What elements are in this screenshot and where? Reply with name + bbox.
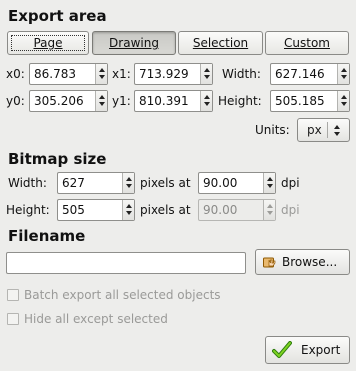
dpi-x-spin-arrows[interactable] <box>263 173 275 193</box>
area-width-value: 627.146 <box>275 67 325 81</box>
filename-input[interactable] <box>6 252 246 274</box>
dpi-y-value: 90.00 <box>203 203 238 217</box>
area-width-spin-arrows[interactable] <box>337 64 349 84</box>
bitmap-width-spin-arrows[interactable] <box>122 173 134 193</box>
chevron-down-icon <box>334 132 340 136</box>
y0-label: y0: <box>6 94 25 108</box>
hide-except-selected-label: Hide all except selected <box>24 312 168 326</box>
folder-hand-icon <box>263 257 276 268</box>
bitmap-width-label: Width: <box>8 176 47 190</box>
area-width-spinbox[interactable]: 627.146 <box>270 63 350 85</box>
bitmap-height-spin-arrows[interactable] <box>122 200 134 220</box>
bitmap-height-spinbox[interactable]: 505 <box>57 199 135 221</box>
browse-label: Browse... <box>282 255 338 269</box>
x0-spin-arrows[interactable] <box>95 64 107 84</box>
export-dialog: Export area Page Drawing Selection Custo… <box>0 0 356 371</box>
x1-spinbox[interactable]: 713.929 <box>134 63 213 85</box>
checkmark-icon <box>272 341 292 358</box>
export-label: Export <box>301 343 341 357</box>
dpi-x-value: 90.00 <box>203 176 238 190</box>
bitmap-width-spinbox[interactable]: 627 <box>57 172 135 194</box>
units-select[interactable]: px <box>297 118 350 142</box>
y0-spinbox[interactable]: 305.206 <box>29 90 108 112</box>
y0-value: 305.206 <box>34 94 84 108</box>
bitmap-height-label: Height: <box>6 203 50 217</box>
area-height-label: Height: <box>218 94 262 108</box>
filename-heading: Filename <box>8 227 86 245</box>
tab-custom[interactable]: Custom <box>265 31 349 55</box>
dpi-y-spin-arrows <box>263 200 275 220</box>
x1-label: x1: <box>112 67 131 81</box>
x0-label: x0: <box>6 67 25 81</box>
batch-export-label: Batch export all selected objects <box>24 288 221 302</box>
x1-value: 713.929 <box>139 67 189 81</box>
chevron-up-icon <box>334 125 340 129</box>
area-height-value: 505.185 <box>275 94 325 108</box>
units-value: px <box>307 123 322 137</box>
batch-export-checkbox[interactable] <box>7 289 19 301</box>
export-area-heading: Export area <box>8 7 107 25</box>
x0-value: 86.783 <box>34 67 76 81</box>
browse-button[interactable]: Browse... <box>255 249 350 275</box>
bitmap-width-value: 627 <box>62 176 85 190</box>
tab-page[interactable]: Page <box>7 31 89 55</box>
area-width-label: Width: <box>222 67 261 81</box>
y1-value: 810.391 <box>139 94 189 108</box>
export-button[interactable]: Export <box>265 336 350 364</box>
y0-spin-arrows[interactable] <box>95 91 107 111</box>
y1-label: y1: <box>112 94 131 108</box>
bitmap-size-heading: Bitmap size <box>8 150 107 168</box>
y1-spin-arrows[interactable] <box>200 91 212 111</box>
dpi-x-spinbox[interactable]: 90.00 <box>198 172 276 194</box>
y1-spinbox[interactable]: 810.391 <box>134 90 213 112</box>
x1-spin-arrows[interactable] <box>200 64 212 84</box>
tab-drawing[interactable]: Drawing <box>92 31 176 55</box>
area-height-spinbox[interactable]: 505.185 <box>270 90 350 112</box>
dpi-label-1: dpi <box>281 176 300 190</box>
tab-selection[interactable]: Selection <box>178 31 263 55</box>
pixels-at-label-2: pixels at <box>140 203 191 217</box>
dpi-y-spinbox: 90.00 <box>198 199 276 221</box>
units-label: Units: <box>255 123 290 137</box>
hide-except-selected-checkbox[interactable] <box>7 313 19 325</box>
x0-spinbox[interactable]: 86.783 <box>29 63 108 85</box>
pixels-at-label-1: pixels at <box>140 176 191 190</box>
dpi-label-2: dpi <box>281 203 300 217</box>
area-height-spin-arrows[interactable] <box>337 91 349 111</box>
bitmap-height-value: 505 <box>62 203 85 217</box>
